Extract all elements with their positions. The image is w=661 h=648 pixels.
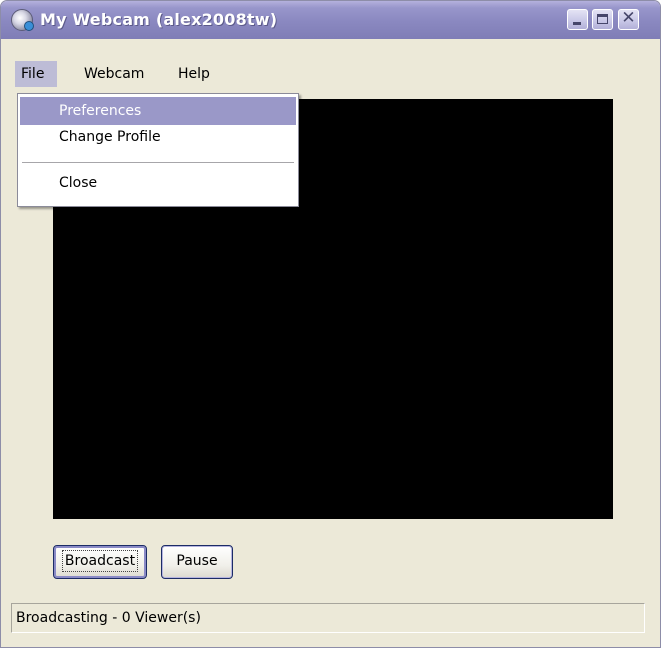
status-bar: Broadcasting - 0 Viewer(s) <box>11 603 645 633</box>
window-title: My Webcam (alex2008tw) <box>40 10 278 29</box>
menu-item-close[interactable]: Close <box>20 169 296 197</box>
menu-item-preferences[interactable]: Preferences <box>20 97 296 125</box>
pause-button-label: Pause <box>176 553 218 569</box>
menu-bar: File Webcam Help <box>5 61 656 87</box>
title-bar[interactable]: My Webcam (alex2008tw) ✕ <box>1 1 660 39</box>
menu-separator <box>22 162 294 164</box>
menu-file[interactable]: File <box>15 61 57 87</box>
status-text: Broadcasting - 0 Viewer(s) <box>16 610 201 626</box>
broadcast-button-label: Broadcast <box>64 553 136 569</box>
close-window-button[interactable]: ✕ <box>618 8 639 30</box>
menu-item-change-profile[interactable]: Change Profile <box>20 123 296 151</box>
menu-help[interactable]: Help <box>172 61 216 87</box>
pause-button[interactable]: Pause <box>161 545 233 579</box>
broadcast-button[interactable]: Broadcast <box>53 545 147 579</box>
maximize-button[interactable] <box>592 9 613 30</box>
minimize-button[interactable] <box>567 9 588 30</box>
menu-webcam[interactable]: Webcam <box>78 61 150 87</box>
webcam-icon <box>11 9 34 31</box>
close-icon: ✕ <box>621 8 636 28</box>
file-menu-dropdown: Preferences Change Profile Close <box>17 93 299 207</box>
